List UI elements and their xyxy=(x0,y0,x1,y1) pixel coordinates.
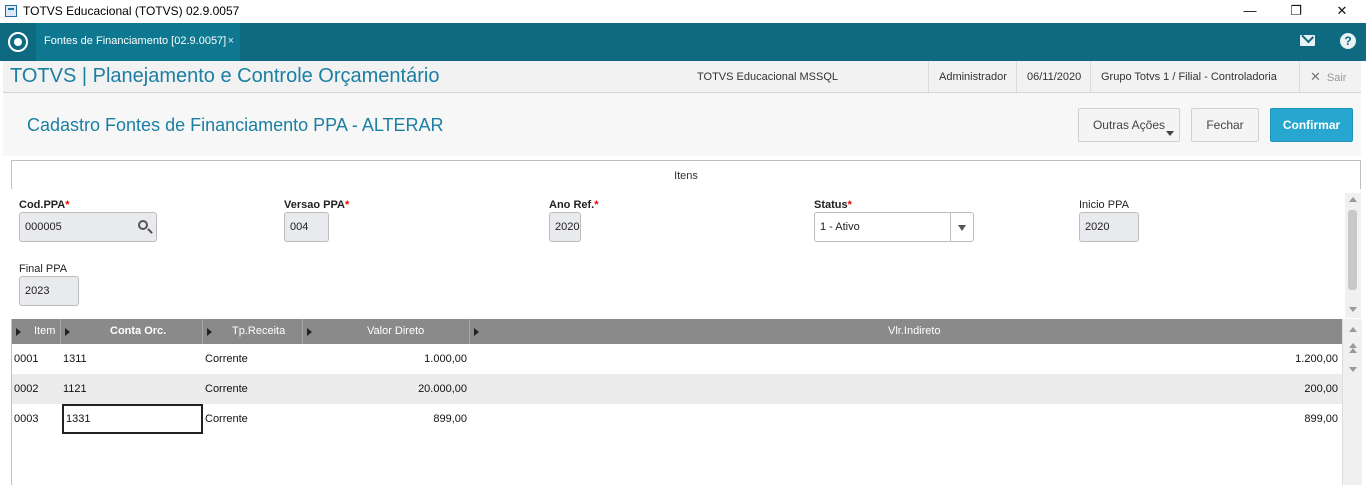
status-label: Status* xyxy=(814,199,852,211)
main-content: Itens Cod.PPA* 000005 Versao PPA* 004 An… xyxy=(3,156,1362,485)
page-header: Cadastro Fontes de Financiamento PPA - A… xyxy=(3,93,1361,156)
cell-tipo: Corrente xyxy=(205,413,248,425)
form-scrollbar[interactable] xyxy=(1345,193,1361,318)
tab-fontes-de-financiamento[interactable]: Fontes de Financiamento [02.9.0057] × xyxy=(36,23,240,61)
status-value: 1 - Ativo xyxy=(820,221,860,233)
app-title: TOTVS | Planejamento e Controle Orçament… xyxy=(10,65,440,87)
column-header-item[interactable]: Item xyxy=(12,319,61,344)
cell-valor-indireto: 899,00 xyxy=(1304,413,1338,425)
user-info: Administrador xyxy=(928,61,1016,93)
close-window-button[interactable]: ✕ xyxy=(1319,0,1365,23)
exit-button[interactable]: ✕ Sair xyxy=(1299,61,1361,93)
status-select[interactable]: 1 - Ativo xyxy=(814,212,974,242)
tab-label: Fontes de Financiamento [02.9.0057] xyxy=(44,35,227,47)
minimize-button[interactable]: — xyxy=(1227,0,1273,23)
column-header-valor-direto[interactable]: Valor Direto xyxy=(303,319,470,344)
column-header-tipo[interactable]: Tp.Receita xyxy=(203,319,303,344)
cod-ppa-value: 000005 xyxy=(25,221,62,233)
inicio-ppa-label: Inicio PPA xyxy=(1079,199,1129,211)
window-titlebar: TOTVS Educacional (TOTVS) 02.9.0057 — ❐ … xyxy=(0,0,1366,23)
table-row[interactable]: 0002 1121 Corrente 20.000,00 200,00 xyxy=(12,374,1342,404)
mail-icon[interactable] xyxy=(1300,35,1315,46)
inicio-ppa-field[interactable]: 2020 xyxy=(1079,212,1139,242)
database-info: TOTVS Educacional MSSQL P12127mntdbexp xyxy=(697,71,838,115)
window-title: TOTVS Educacional (TOTVS) 02.9.0057 xyxy=(23,4,240,18)
table-row[interactable]: 0003 1331 Corrente 899,00 899,00 xyxy=(12,404,1342,434)
scroll-top-icon[interactable] xyxy=(1349,327,1357,332)
chevron-down-icon xyxy=(1166,131,1174,136)
section-title: Itens xyxy=(11,160,1361,189)
cell-tipo: Corrente xyxy=(205,353,248,365)
cell-item: 0001 xyxy=(14,353,39,365)
cell-item: 0003 xyxy=(14,413,39,425)
tab-close-icon[interactable]: × xyxy=(228,23,234,59)
cell-valor-direto: 899,00 xyxy=(433,413,467,425)
final-ppa-label: Final PPA xyxy=(19,263,68,275)
cell-tipo: Corrente xyxy=(205,383,248,395)
app-window-icon xyxy=(5,5,17,17)
cell-valor-direto: 20.000,00 xyxy=(418,383,467,395)
column-arrow-icon xyxy=(307,328,312,336)
chevron-down-icon xyxy=(958,225,966,231)
close-icon: ✕ xyxy=(1310,69,1321,84)
versao-ppa-label: Versao PPA* xyxy=(284,199,350,211)
cell-conta[interactable]: 1311 xyxy=(63,344,87,374)
ano-ref-field[interactable]: 2020 xyxy=(549,212,581,242)
column-arrow-icon xyxy=(65,328,70,336)
cell-conta[interactable]: 1121 xyxy=(63,374,87,404)
cell-valor-indireto: 200,00 xyxy=(1304,383,1338,395)
cell-item: 0002 xyxy=(14,383,39,395)
cell-valor-indireto: 1.200,00 xyxy=(1295,353,1338,365)
scroll-down-icon[interactable] xyxy=(1349,367,1357,372)
cell-valor-direto: 1.000,00 xyxy=(424,353,467,365)
ano-ref-label: Ano Ref.* xyxy=(549,199,599,211)
search-icon[interactable] xyxy=(138,220,148,230)
final-ppa-field[interactable]: 2023 xyxy=(19,276,79,306)
column-header-valor-indireto[interactable]: Vlr.Indireto xyxy=(470,319,1342,344)
grid-scrollbar[interactable] xyxy=(1342,319,1362,485)
cell-conta-selected[interactable]: 1331 xyxy=(62,404,203,434)
column-arrow-icon xyxy=(207,328,212,336)
app-header: TOTVS | Planejamento e Controle Orçament… xyxy=(3,61,1361,115)
help-icon[interactable]: ? xyxy=(1340,33,1356,49)
more-actions-button[interactable]: Outras Ações xyxy=(1078,108,1180,142)
scroll-up-icon[interactable] xyxy=(1349,197,1357,202)
scroll-thumb[interactable] xyxy=(1348,210,1357,290)
close-button[interactable]: Fechar xyxy=(1191,108,1259,142)
totvs-logo-icon[interactable] xyxy=(8,32,28,52)
confirm-button[interactable]: Confirmar xyxy=(1270,108,1353,142)
cod-ppa-field[interactable]: 000005 xyxy=(19,212,157,242)
company-info: Grupo Totvs 1 / Filial - Controladoria 0… xyxy=(1090,61,1299,115)
table-row[interactable]: 0001 1311 Corrente 1.000,00 1.200,00 xyxy=(12,344,1342,374)
restore-button[interactable]: ❐ xyxy=(1273,0,1319,23)
cod-ppa-label: Cod.PPA* xyxy=(19,199,70,211)
column-arrow-icon xyxy=(16,328,21,336)
versao-ppa-field[interactable]: 004 xyxy=(284,212,329,242)
more-actions-label: Outras Ações xyxy=(1092,118,1166,132)
column-arrow-icon xyxy=(474,328,479,336)
page-title: Cadastro Fontes de Financiamento PPA - A… xyxy=(27,115,444,135)
tab-bar: Fontes de Financiamento [02.9.0057] × ? xyxy=(0,23,1366,61)
grid-header: Item Conta Orc. Tp.Receita Valor Direto … xyxy=(12,319,1342,344)
date-info: 06/11/2020 xyxy=(1016,61,1090,93)
exit-label: Sair xyxy=(1326,72,1347,84)
scroll-down-icon[interactable] xyxy=(1349,307,1357,312)
items-grid: Item Conta Orc. Tp.Receita Valor Direto … xyxy=(11,319,1362,485)
column-header-conta[interactable]: Conta Orc. xyxy=(61,319,203,344)
